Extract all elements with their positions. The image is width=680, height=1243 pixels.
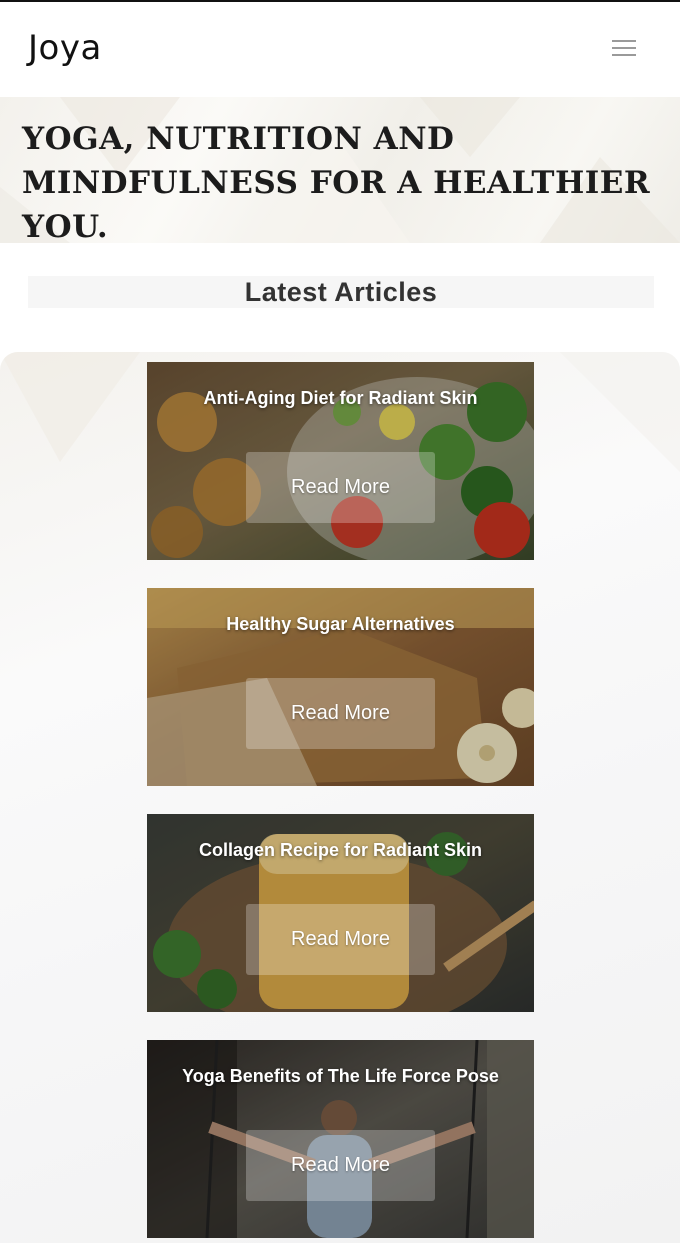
article-card[interactable]: Anti-Aging Diet for Radiant Skin Read Mo… — [147, 362, 534, 560]
site-header: Joya — [0, 2, 680, 97]
read-more-button[interactable]: Read More — [246, 904, 435, 975]
article-title[interactable]: Healthy Sugar Alternatives — [147, 614, 534, 635]
article-title[interactable]: Anti-Aging Diet for Radiant Skin — [147, 388, 534, 409]
hero-banner: YOGA, NUTRITION AND MINDFULNESS FOR A HE… — [0, 97, 680, 243]
article-card[interactable]: Collagen Recipe for Radiant Skin Read Mo… — [147, 814, 534, 1012]
read-more-button[interactable]: Read More — [246, 1130, 435, 1201]
hamburger-menu-icon[interactable] — [612, 40, 640, 62]
site-logo[interactable]: Joya — [28, 28, 102, 68]
article-card[interactable]: Yoga Benefits of The Life Force Pose Rea… — [147, 1040, 534, 1238]
hero-title: YOGA, NUTRITION AND MINDFULNESS FOR A HE… — [22, 121, 651, 243]
article-title[interactable]: Collagen Recipe for Radiant Skin — [147, 840, 534, 861]
latest-articles-heading-band: Latest Articles — [28, 276, 654, 308]
article-card[interactable]: Healthy Sugar Alternatives Read More — [147, 588, 534, 786]
article-title[interactable]: Yoga Benefits of The Life Force Pose — [147, 1066, 534, 1087]
read-more-button[interactable]: Read More — [246, 452, 435, 523]
latest-articles-heading: Latest Articles — [244, 277, 438, 307]
read-more-button[interactable]: Read More — [246, 678, 435, 749]
